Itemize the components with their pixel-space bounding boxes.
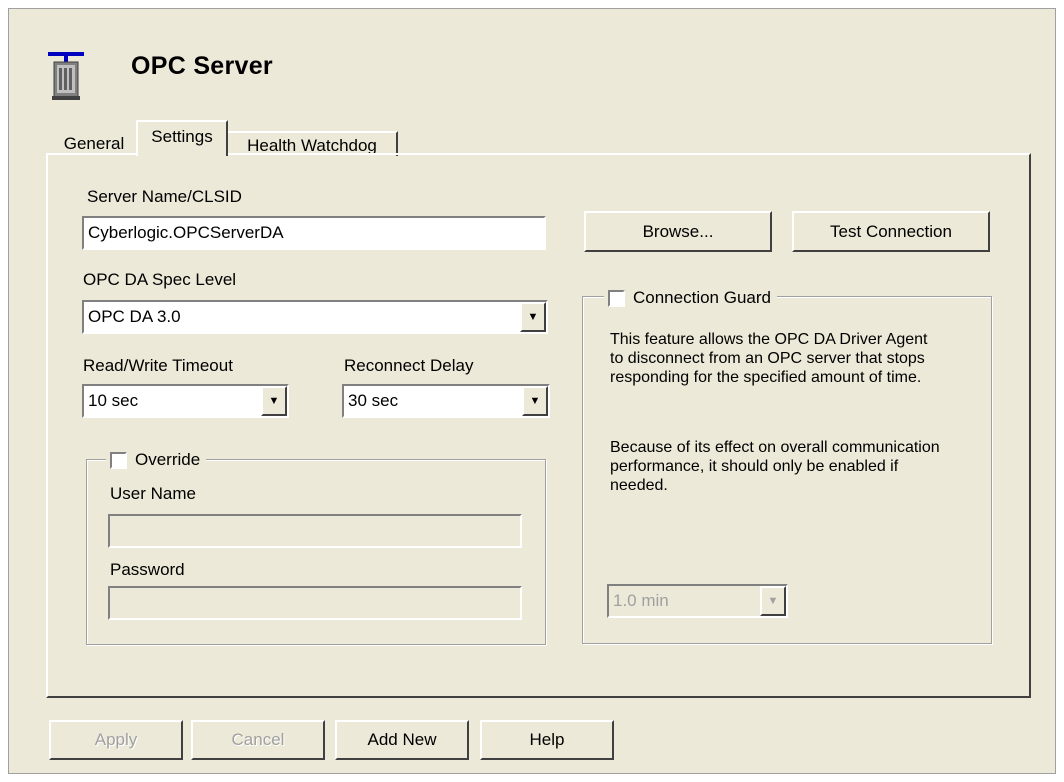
reconnect-delay-label: Reconnect Delay [344,356,474,375]
add-new-button[interactable]: Add New [335,720,469,760]
override-legend: Override [106,449,207,471]
user-name-input[interactable] [108,514,522,548]
apply-button[interactable]: Apply [49,720,183,760]
test-connection-button[interactable]: Test Connection [792,211,990,252]
chevron-down-icon[interactable]: ▼ [261,386,287,416]
rw-timeout-select[interactable]: 10 sec ▼ [82,384,289,418]
spec-level-select[interactable]: OPC DA 3.0 ▼ [82,300,548,334]
override-checkbox[interactable] [110,451,127,469]
connection-guard-checkbox[interactable] [608,289,625,307]
rw-timeout-value: 10 sec [82,384,289,418]
connection-guard-warning: Because of its effect on overall communi… [610,439,940,494]
server-name-label: Server Name/CLSID [87,187,242,206]
guard-timeout-select[interactable]: 1.0 min ▼ [607,584,788,618]
tab-settings[interactable]: Settings [136,120,228,156]
help-button[interactable]: Help [480,720,614,760]
opc-server-icon [46,50,86,102]
password-label: Password [110,560,185,579]
connection-guard-description: This feature allows the OPC DA Driver Ag… [610,331,928,386]
server-name-input[interactable]: Cyberlogic.OPCServerDA [82,216,546,250]
chevron-down-icon[interactable]: ▼ [522,386,548,416]
spec-level-label: OPC DA Spec Level [83,270,237,289]
chevron-down-icon[interactable]: ▼ [760,586,786,616]
cancel-button[interactable]: Cancel [191,720,325,760]
override-label[interactable]: Override [135,450,200,470]
reconnect-delay-value: 30 sec [342,384,550,418]
spec-level-value: OPC DA 3.0 [82,300,548,334]
rw-timeout-label: Read/Write Timeout [83,356,233,375]
reconnect-delay-select[interactable]: 30 sec ▼ [342,384,550,418]
browse-button[interactable]: Browse... [584,211,772,252]
connection-guard-legend: Connection Guard [604,287,777,309]
connection-guard-label[interactable]: Connection Guard [633,288,771,308]
page-title: OPC Server [131,52,273,80]
user-name-label: User Name [110,484,196,503]
chevron-down-icon[interactable]: ▼ [520,302,546,332]
password-input[interactable] [108,586,522,620]
